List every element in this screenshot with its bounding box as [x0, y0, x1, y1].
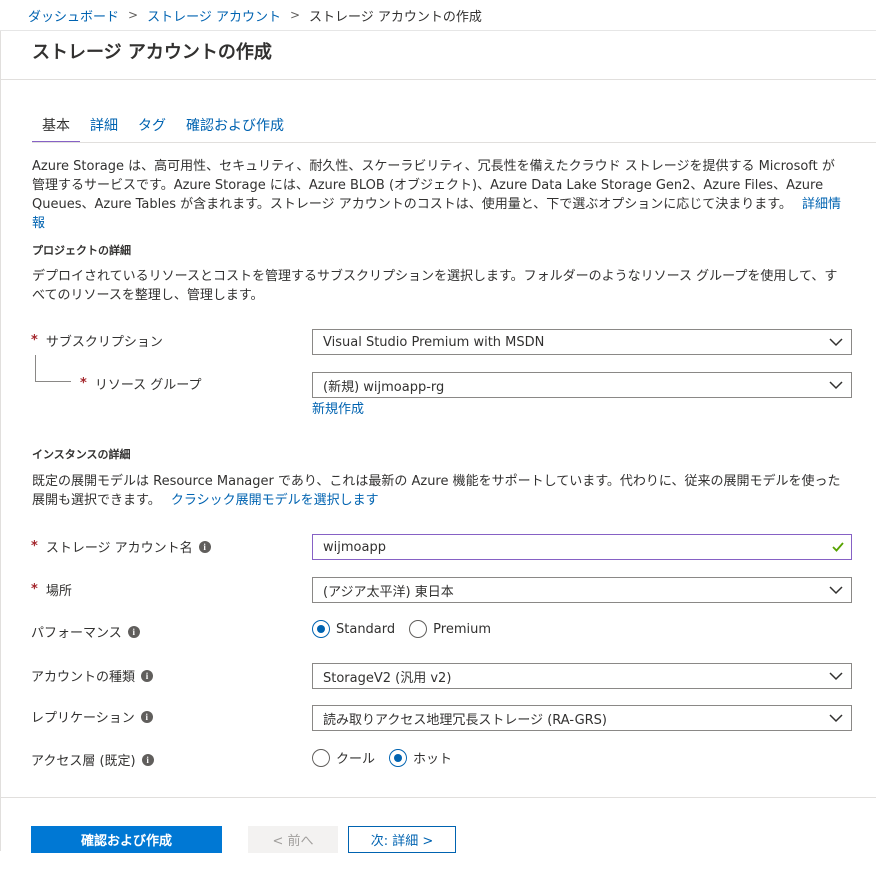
radio-standard-label: Standard — [336, 621, 396, 637]
intro-text: Azure Storage は、高可用性、セキュリティ、耐久性、スケーラビリティ… — [32, 157, 847, 233]
chevron-down-icon — [829, 672, 843, 681]
breadcrumb-storage-accounts[interactable]: ストレージ アカウント — [147, 6, 281, 25]
chevron-right-icon: > — [128, 8, 139, 22]
account-name-value: wijmoapp — [323, 539, 386, 555]
breadcrumb-current: ストレージ アカウントの作成 — [309, 9, 482, 25]
footer-divider — [0, 797, 876, 798]
required-marker: * — [80, 376, 87, 391]
resource-group-value: (新規) wijmoapp-rg — [323, 379, 445, 395]
account-name-label-text: ストレージ アカウント名 — [45, 541, 193, 556]
info-icon[interactable]: i — [127, 625, 140, 638]
title-divider — [0, 79, 876, 80]
resource-group-select[interactable]: (新規) wijmoapp-rg — [312, 372, 852, 398]
chevron-down-icon — [829, 381, 843, 390]
tab-advanced[interactable]: 詳細 — [80, 115, 128, 143]
review-create-button[interactable]: 確認および作成 — [31, 826, 222, 853]
replication-label: レプリケーション i — [31, 707, 153, 726]
instance-description: 既定の展開モデルは Resource Manager であり、これは最新の Az… — [32, 472, 847, 510]
radio-cool-label: クール — [336, 752, 376, 767]
performance-radio-group: Standard Premium — [312, 620, 505, 638]
radio-hot-label: ホット — [413, 752, 453, 767]
performance-standard-option[interactable]: Standard — [312, 620, 395, 638]
tree-connector — [35, 355, 71, 382]
account-name-label: * ストレージ アカウント名 i — [31, 537, 211, 556]
tab-tags[interactable]: タグ — [128, 115, 176, 143]
location-label-text: 場所 — [45, 584, 72, 599]
instance-details-heading: インスタンスの詳細 — [32, 448, 131, 461]
page-title: ストレージ アカウントの作成 — [32, 42, 272, 63]
location-label: * 場所 — [31, 580, 72, 599]
access-tier-label-text: アクセス層 (既定) — [31, 754, 136, 769]
account-name-input[interactable]: wijmoapp — [312, 534, 852, 560]
tab-review-create[interactable]: 確認および作成 — [176, 115, 294, 143]
subscription-label-text: サブスクリプション — [45, 335, 163, 350]
checkmark-icon — [832, 542, 844, 552]
subscription-label: * サブスクリプション — [31, 331, 163, 350]
radio-standard[interactable] — [312, 620, 330, 638]
project-details-heading: プロジェクトの詳細 — [32, 244, 131, 257]
tab-bar: 基本 詳細 タグ 確認および作成 — [32, 115, 294, 143]
chevron-down-icon — [829, 714, 843, 723]
location-select[interactable]: (アジア太平洋) 東日本 — [312, 577, 852, 603]
chevron-down-icon — [829, 338, 843, 347]
info-icon[interactable]: i — [141, 753, 154, 766]
radio-premium[interactable] — [409, 620, 428, 638]
radio-premium-label: Premium — [433, 621, 492, 637]
performance-premium-option[interactable]: Premium — [409, 620, 491, 638]
blade-edge — [0, 31, 4, 851]
info-icon[interactable]: i — [140, 710, 153, 723]
tab-basics[interactable]: 基本 — [32, 115, 80, 143]
replication-select[interactable]: 読み取りアクセス地理冗長ストレージ (RA-GRS) — [312, 705, 852, 731]
replication-label-text: レプリケーション — [31, 711, 135, 726]
location-value: (アジア太平洋) 東日本 — [323, 584, 454, 600]
performance-label: パフォーマンス i — [31, 622, 140, 641]
performance-label-text: パフォーマンス — [31, 626, 122, 641]
previous-button[interactable]: < 前へ — [248, 826, 338, 853]
tabs-divider — [32, 142, 876, 143]
account-kind-select[interactable]: StorageV2 (汎用 v2) — [312, 663, 852, 689]
access-tier-radio-group: クール ホット — [312, 748, 466, 767]
access-tier-hot-option[interactable]: ホット — [389, 748, 452, 767]
radio-cool[interactable] — [312, 748, 330, 767]
radio-hot[interactable] — [389, 748, 408, 767]
subscription-select[interactable]: Visual Studio Premium with MSDN — [312, 329, 852, 355]
breadcrumb-dashboard[interactable]: ダッシュボード — [28, 6, 119, 25]
next-button[interactable]: 次: 詳細 > — [348, 826, 456, 853]
info-icon[interactable]: i — [141, 669, 154, 682]
replication-value: 読み取りアクセス地理冗長ストレージ (RA-GRS) — [323, 712, 608, 728]
required-marker: * — [31, 333, 38, 348]
required-marker: * — [31, 539, 38, 554]
breadcrumb: ダッシュボード > ストレージ アカウント > ストレージ アカウントの作成 — [0, 0, 876, 31]
access-tier-label: アクセス層 (既定) i — [31, 750, 154, 769]
required-marker: * — [31, 582, 38, 597]
account-kind-label-text: アカウントの種類 — [31, 670, 136, 685]
create-new-link[interactable]: 新規作成 — [312, 398, 364, 417]
intro-body: Azure Storage は、高可用性、セキュリティ、耐久性、スケーラビリティ… — [32, 159, 835, 212]
subscription-value: Visual Studio Premium with MSDN — [323, 334, 545, 350]
resource-group-label: * リソース グループ — [80, 374, 202, 393]
resource-group-label-text: リソース グループ — [94, 378, 202, 393]
project-description: デプロイされているリソースとコストを管理するサブスクリプションを選択します。フォ… — [32, 269, 838, 303]
info-icon[interactable]: i — [198, 540, 211, 553]
classic-deployment-link[interactable]: クラシック展開モデルを選択します — [171, 493, 379, 508]
access-tier-cool-option[interactable]: クール — [312, 748, 375, 767]
chevron-down-icon — [829, 586, 843, 595]
account-kind-label: アカウントの種類 i — [31, 666, 154, 685]
instance-description-body: 既定の展開モデルは Resource Manager であり、これは最新の Az… — [32, 474, 841, 508]
chevron-right-icon: > — [289, 8, 301, 22]
account-kind-value: StorageV2 (汎用 v2) — [323, 670, 452, 686]
